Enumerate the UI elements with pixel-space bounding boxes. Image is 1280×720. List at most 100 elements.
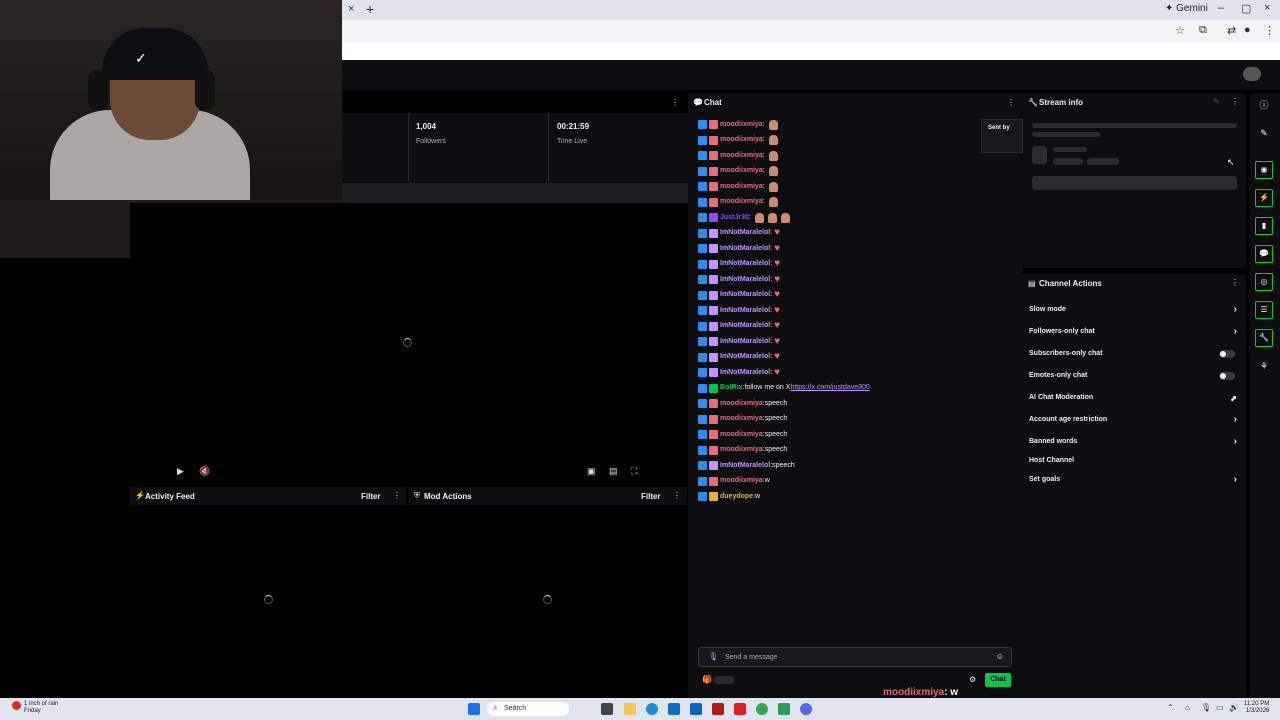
chat-username[interactable]: ImNotMaralelol	[720, 368, 770, 378]
chat-username[interactable]: ImNotMaralelol	[720, 290, 770, 300]
new-tab-button[interactable]: +	[366, 1, 374, 17]
chat-username[interactable]: moodiixmiya	[720, 476, 763, 486]
file-explorer-icon[interactable]	[624, 703, 636, 715]
gift-icon[interactable]: 🎁	[702, 675, 712, 684]
start-icon[interactable]	[468, 703, 480, 715]
store-icon[interactable]	[668, 703, 680, 715]
channel-action-host-channel[interactable]: Host Channel	[1029, 457, 1239, 471]
edge-icon[interactable]	[646, 703, 658, 715]
camera-quick-action-icon[interactable]: ◉	[1255, 161, 1273, 179]
toggle-switch[interactable]	[1219, 372, 1235, 380]
chat-username[interactable]: moodiixmiya	[720, 430, 763, 440]
chat-username[interactable]: moodiixmiya	[720, 166, 763, 176]
channel-action-ai-chat-moderation[interactable]: AI Chat Moderation ⬈	[1029, 394, 1239, 408]
filter-button[interactable]: Filter	[641, 492, 661, 501]
chat-username[interactable]: ImNotMaralelol	[720, 259, 770, 269]
avatar[interactable]	[1243, 67, 1261, 81]
channel-action-account-age-restriction[interactable]: Account age restriction ›	[1029, 414, 1239, 430]
chat-username[interactable]: moodiixmiya	[720, 182, 763, 192]
info-icon[interactable]: ⓘ	[1255, 96, 1273, 114]
chat-username[interactable]: ImNotMaralelol	[720, 352, 770, 362]
browser-menu-icon[interactable]: ⋮	[1264, 24, 1275, 37]
stream-preview-player[interactable]: ▶ 🔇 ▣ ▤ ⛶	[130, 203, 688, 485]
list-quick-action-icon[interactable]: ☰	[1255, 301, 1273, 319]
edit-icon[interactable]: ✎	[1213, 97, 1220, 106]
chat-username[interactable]: moodiixmiya	[720, 120, 763, 130]
browser-address-bar[interactable]: ☆ ⧉ ⇄ ● ⋮	[342, 20, 1280, 42]
play-icon[interactable]: ▶	[177, 466, 184, 477]
bookmark-star-icon[interactable]: ☆	[1175, 24, 1185, 37]
chat-username[interactable]: BotRix	[720, 383, 743, 393]
minimize-button[interactable]: –	[1218, 2, 1224, 14]
pencil-icon[interactable]: ✎	[1255, 124, 1273, 142]
taskbar-clock[interactable]: 11:20 PM 1/3/2026	[1244, 701, 1269, 715]
volume-icon[interactable]: 🔊	[1229, 703, 1239, 712]
lightning-quick-action-icon[interactable]: ⚡	[1255, 189, 1273, 207]
tray-chevron-icon[interactable]: ⌃	[1167, 703, 1174, 712]
task-view-icon[interactable]	[601, 703, 613, 715]
panel-menu-icon[interactable]: ⋮	[673, 491, 681, 500]
chat-username[interactable]: ImNotMaralelol	[720, 306, 770, 316]
app-icon[interactable]	[712, 703, 724, 715]
chat-link[interactable]: https://x.com/justdave300	[790, 383, 869, 393]
profile-icon[interactable]: ●	[1244, 24, 1251, 36]
network-icon[interactable]: ⌂	[1185, 703, 1190, 712]
add-widget-icon[interactable]: ⚘	[1255, 357, 1273, 375]
emoji-icon[interactable]: ☺	[996, 652, 1004, 661]
window-close-button[interactable]: ×	[1264, 2, 1270, 14]
toggle-switch[interactable]	[1219, 350, 1235, 358]
clip-icon[interactable]: ▣	[587, 466, 596, 477]
microphone-icon[interactable]: 🎙	[708, 652, 718, 661]
channel-action-set-goals[interactable]: Set goals ›	[1029, 474, 1239, 490]
channel-action-banned-words[interactable]: Banned words ›	[1029, 436, 1239, 452]
channel-action-followers-only-chat[interactable]: Followers-only chat ›	[1029, 326, 1239, 342]
gemini-button[interactable]: ✦ Gemini	[1165, 3, 1208, 14]
channel-action-emotes-only-chat[interactable]: Emotes-only chat	[1029, 372, 1239, 386]
chat-username[interactable]: JustJr30	[720, 213, 749, 223]
channel-action-slow-mode[interactable]: Slow mode ›	[1029, 304, 1239, 320]
discord-icon[interactable]	[800, 703, 812, 715]
taskbar-search[interactable]: ⌕ Search	[487, 702, 569, 716]
microphone-tray-icon[interactable]: 🎙	[1201, 703, 1211, 712]
chat-username[interactable]: moodiixmiya	[720, 135, 763, 145]
panel-menu-icon[interactable]: ⋮	[393, 491, 401, 500]
chat-username[interactable]: ImNotMaralelol	[720, 228, 770, 238]
theatre-mode-icon[interactable]: ▤	[609, 466, 618, 477]
chat-username[interactable]: moodiixmiya	[720, 197, 763, 207]
chat-username[interactable]: moodiixmiya	[720, 445, 763, 455]
gear-icon[interactable]: ⚙	[969, 675, 976, 684]
channel-action-subscribers-only-chat[interactable]: Subscribers-only chat	[1029, 350, 1239, 364]
fullscreen-icon[interactable]: ⛶	[631, 466, 637, 477]
weather-icon[interactable]	[12, 701, 21, 710]
tab-close-button[interactable]: ×	[348, 3, 354, 15]
panel-menu-icon[interactable]: ⋮	[1231, 278, 1239, 287]
weather-widget[interactable]: 1 inch of rain Friday	[24, 701, 58, 715]
maximize-button[interactable]: ▢	[1241, 2, 1251, 15]
broadcast-quick-action-icon[interactable]: ◎	[1255, 273, 1273, 291]
extension-icon[interactable]: ⧉	[1199, 24, 1207, 37]
chat-username[interactable]: moodiixmiya	[720, 151, 763, 161]
outlook-icon[interactable]	[690, 703, 702, 715]
chat-menu-icon[interactable]: ⋮	[1007, 98, 1015, 107]
chat-username[interactable]: ImNotMaralelol	[720, 244, 770, 254]
stats-menu-icon[interactable]: ⋮	[671, 98, 679, 107]
chat-username[interactable]: ImNotMaralelol	[720, 275, 770, 285]
clipboard-quick-action-icon[interactable]: ▮	[1255, 217, 1273, 235]
chat-username[interactable]: ImNotMaralelol	[720, 337, 770, 347]
chat-username[interactable]: moodiixmiya	[720, 414, 763, 424]
wrench-quick-action-icon[interactable]: 🔧	[1255, 329, 1273, 347]
chat-input[interactable]: 🎙 Send a message ☺	[698, 647, 1012, 667]
chat-username[interactable]: dueydope	[720, 492, 753, 502]
obs-icon[interactable]	[778, 703, 790, 715]
channel-points-pill[interactable]	[714, 676, 734, 684]
filter-button[interactable]: Filter	[361, 492, 381, 501]
youtube-icon[interactable]	[734, 703, 746, 715]
chrome-icon[interactable]	[756, 703, 768, 715]
chat-quick-action-icon[interactable]: 💬	[1255, 245, 1273, 263]
send-chat-button[interactable]: Chat	[985, 673, 1011, 687]
chat-username[interactable]: moodiixmiya	[720, 399, 763, 409]
mute-icon[interactable]: 🔇	[199, 466, 210, 477]
panel-menu-icon[interactable]: ⋮	[1231, 97, 1239, 106]
display-icon[interactable]: ▭	[1216, 703, 1224, 712]
chat-username[interactable]: ImNotMaralelol	[720, 321, 770, 331]
